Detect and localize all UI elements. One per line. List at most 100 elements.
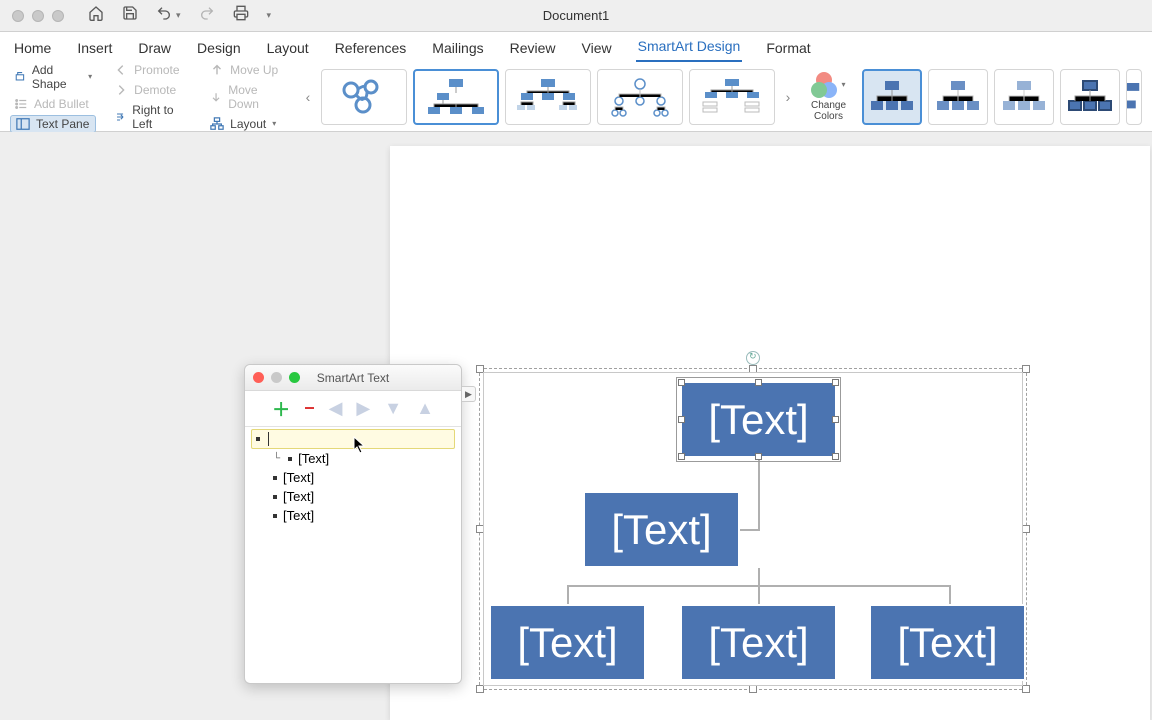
tab-view[interactable]: View: [580, 36, 614, 62]
tab-layout[interactable]: Layout: [265, 36, 311, 62]
panel-item-0[interactable]: [251, 429, 455, 449]
shape-handle[interactable]: [678, 453, 685, 460]
smartart-container[interactable]: [Text] [Text] [Text] [Text] [Text]: [483, 372, 1023, 686]
panel-min-dot: [271, 372, 282, 383]
shape-handle[interactable]: [678, 416, 685, 423]
resize-handle-tr[interactable]: [1022, 365, 1030, 373]
panel-item-4[interactable]: [Text]: [251, 506, 455, 525]
shape-handle[interactable]: [755, 453, 762, 460]
zoom-dot[interactable]: [52, 10, 64, 22]
layout-button[interactable]: Layout ▾: [206, 115, 287, 133]
panel-promote-icon[interactable]: ◀: [329, 398, 343, 419]
add-bullet-label: Add Bullet: [34, 97, 89, 111]
text-pane-toggle[interactable]: Text Pane: [10, 115, 96, 133]
panel-remove-icon[interactable]: −: [304, 398, 315, 419]
shape-handle[interactable]: [832, 416, 839, 423]
shape-handle[interactable]: [832, 453, 839, 460]
tab-references[interactable]: References: [333, 36, 409, 62]
panel-item-text: [Text]: [283, 508, 314, 523]
promote-button: Promote: [110, 61, 192, 79]
layout-option-1[interactable]: [321, 69, 407, 125]
tab-smartart-design[interactable]: SmartArt Design: [636, 34, 743, 62]
shape-handle[interactable]: [678, 379, 685, 386]
panel-up-icon[interactable]: ▲: [416, 398, 434, 419]
layout-option-4[interactable]: [597, 69, 683, 125]
redo-icon[interactable]: [199, 5, 215, 26]
panel-down-icon[interactable]: ▼: [384, 398, 402, 419]
minimize-dot[interactable]: [32, 10, 44, 22]
connector: [567, 586, 569, 604]
panel-close-dot[interactable]: [253, 372, 264, 383]
resize-handle-bm[interactable]: [749, 685, 757, 693]
tab-draw[interactable]: Draw: [136, 36, 173, 62]
node-b2[interactable]: [Text]: [680, 604, 837, 681]
layout-option-3[interactable]: [505, 69, 591, 125]
panel-collapse-handle[interactable]: ▶: [462, 386, 476, 402]
rtl-button[interactable]: Right to Left: [110, 101, 192, 133]
move-down-button: Move Down: [206, 81, 287, 113]
demote-button: Demote: [110, 81, 192, 99]
node-mid[interactable]: [Text]: [583, 491, 740, 568]
panel-zoom-dot[interactable]: [289, 372, 300, 383]
bullet-icon: [273, 495, 277, 499]
resize-handle-mr[interactable]: [1022, 525, 1030, 533]
undo-icon[interactable]: [156, 5, 172, 26]
shape-handle[interactable]: [832, 379, 839, 386]
rtl-label: Right to Left: [132, 103, 188, 131]
chevron-down-icon: ▾: [841, 80, 845, 89]
layout-option-5[interactable]: [689, 69, 775, 125]
panel-header[interactable]: SmartArt Text: [245, 365, 461, 391]
connector: [758, 458, 760, 530]
color-palette-icon: [811, 72, 837, 98]
node-b1[interactable]: [Text]: [489, 604, 646, 681]
layout-option-2[interactable]: [413, 69, 499, 125]
resize-handle-bl[interactable]: [476, 685, 484, 693]
style-option-5[interactable]: [1126, 69, 1142, 125]
node-text: [Text]: [517, 619, 617, 667]
qat-more-icon[interactable]: ▾: [267, 10, 272, 21]
tab-design[interactable]: Design: [195, 36, 243, 62]
add-shape-label: Add Shape: [32, 63, 82, 91]
node-top[interactable]: [Text]: [680, 381, 837, 458]
panel-demote-icon[interactable]: ▶: [356, 398, 370, 419]
bullet-icon: [273, 476, 277, 480]
save-icon[interactable]: [122, 5, 138, 26]
ribbon: Add Shape ▾ Add Bullet Text Pane Promote…: [0, 62, 1152, 132]
panel-item-3[interactable]: [Text]: [251, 487, 455, 506]
node-text: [Text]: [897, 619, 997, 667]
gallery-prev[interactable]: ‹: [301, 69, 315, 125]
resize-handle-br[interactable]: [1022, 685, 1030, 693]
change-colors-button[interactable]: ▾ ChangeColors: [811, 72, 846, 122]
print-icon[interactable]: [233, 5, 249, 26]
document-title: Document1: [543, 8, 609, 23]
shape-handle[interactable]: [755, 379, 762, 386]
smartart-frame[interactable]: [Text] [Text] [Text] [Text] [Text]: [479, 368, 1027, 690]
tab-format[interactable]: Format: [764, 36, 812, 62]
add-shape-button[interactable]: Add Shape ▾: [10, 61, 96, 93]
tab-home[interactable]: Home: [12, 36, 53, 62]
style-option-1[interactable]: [862, 69, 922, 125]
undo-chevron-icon[interactable]: ▾: [176, 10, 181, 21]
ribbon-tabs: Home Insert Draw Design Layout Reference…: [0, 32, 1152, 62]
style-option-3[interactable]: [994, 69, 1054, 125]
tab-insert[interactable]: Insert: [75, 36, 114, 62]
promote-label: Promote: [134, 63, 179, 77]
panel-item-1[interactable]: └ [Text]: [251, 449, 455, 468]
close-dot[interactable]: [12, 10, 24, 22]
tab-mailings[interactable]: Mailings: [430, 36, 485, 62]
document-canvas[interactable]: SmartArt Text ＋ − ◀ ▶ ▼ ▲ └ [Text] [Text: [0, 132, 1152, 720]
panel-add-icon[interactable]: ＋: [272, 396, 290, 422]
home-icon[interactable]: [88, 5, 104, 26]
node-b3[interactable]: [Text]: [869, 604, 1026, 681]
layout-label: Layout: [230, 117, 266, 131]
styles-gallery: [862, 69, 1142, 125]
gallery-next[interactable]: ›: [781, 69, 795, 125]
move-up-button: Move Up: [206, 61, 287, 79]
chevron-down-icon: ▾: [272, 119, 276, 128]
style-option-2[interactable]: [928, 69, 988, 125]
rotate-handle[interactable]: [746, 351, 760, 365]
style-option-4[interactable]: [1060, 69, 1120, 125]
node-selection: [676, 377, 841, 462]
tab-review[interactable]: Review: [508, 36, 558, 62]
panel-item-2[interactable]: [Text]: [251, 468, 455, 487]
